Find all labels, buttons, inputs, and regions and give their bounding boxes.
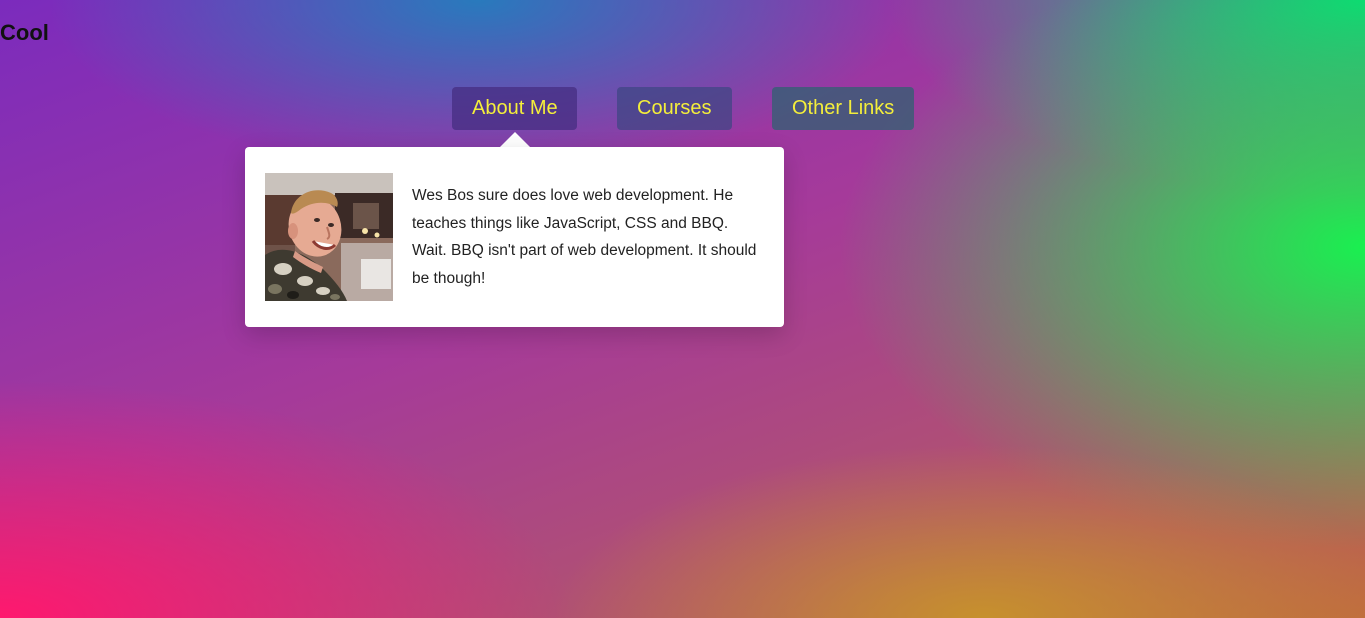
- bio-text: Wes Bos sure does love web development. …: [412, 187, 757, 287]
- profile-photo: [265, 173, 393, 301]
- top-nav: About Me Courses Other Links: [0, 87, 1365, 130]
- dropdown-arrow: [500, 132, 530, 147]
- nav-item-other-links[interactable]: Other Links: [772, 87, 914, 130]
- nav-item-about-me[interactable]: About Me: [452, 87, 577, 130]
- nav-item-courses[interactable]: Courses: [617, 87, 732, 130]
- about-me-dropdown: Wes Bos sure does love web development. …: [245, 147, 784, 327]
- site-title: Cool: [0, 20, 49, 45]
